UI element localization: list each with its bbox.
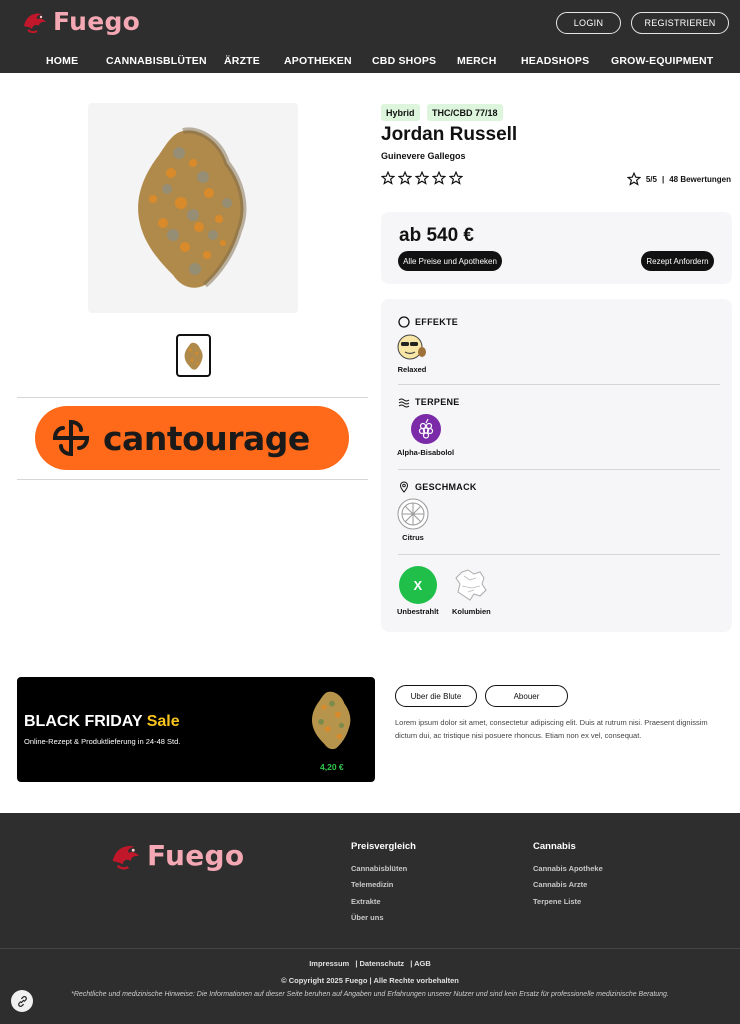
product-image[interactable] — [88, 103, 298, 313]
nav-cannabisblueten[interactable]: CANNABISBLÜTEN — [106, 55, 207, 67]
effect-relaxed[interactable]: Relaxed — [397, 332, 427, 374]
nav-cbd-shops[interactable]: CBD SHOPS — [372, 55, 436, 67]
product-thumbnail[interactable] — [176, 334, 211, 377]
divider — [398, 469, 720, 470]
all-prices-button[interactable]: Alle Preise und Apotheken — [398, 251, 502, 271]
divider — [398, 554, 720, 555]
star-icon[interactable] — [449, 171, 463, 185]
cannabis-bud-image — [138, 127, 247, 288]
price-card: ab 540 € Alle Preise und Apotheken Rezep… — [381, 212, 732, 284]
tab-abouer[interactable]: Abouer — [485, 685, 568, 707]
request-prescription-button[interactable]: Rezept Anfordern — [641, 251, 714, 271]
footer-link[interactable]: Über uns — [351, 913, 384, 922]
brand-name: Fuego — [53, 6, 141, 36]
promo-bud-image — [311, 691, 351, 750]
star-icon — [626, 172, 641, 186]
product-attributes-card: EFFEKTE Relaxed TERPENE Alpha-Bisabolol … — [381, 299, 732, 632]
star-icon[interactable] — [415, 171, 429, 185]
rating-summary: 5/5 | 48 Bewertungen — [626, 172, 731, 186]
footer-logo[interactable]: Fuego — [108, 837, 244, 873]
datenschutz-link[interactable]: | Datenschutz — [355, 959, 404, 968]
footer-link[interactable]: Extrakte — [351, 897, 381, 906]
nav-apotheken[interactable]: APOTHEKEN — [284, 55, 352, 67]
site-header: Fuego LOGIN REGISTRIEREN HOME CANNABISBL… — [0, 0, 740, 73]
disclaimer: *Rechtliche und medizinische Hinweise: D… — [71, 991, 669, 998]
site-footer: Fuego Preisvergleich Cannabisblüten Tele… — [0, 813, 740, 1024]
footer-brand-name: Fuego — [147, 838, 245, 872]
nav-home[interactable]: HOME — [46, 55, 78, 67]
taste-citrus[interactable]: Citrus — [397, 498, 429, 542]
tag-hybrid: Hybrid — [381, 104, 420, 121]
product-producer: Guinevere Gallegos — [381, 151, 466, 161]
grape-icon — [410, 414, 441, 444]
circle-icon — [398, 316, 410, 328]
waves-icon — [398, 396, 410, 408]
black-friday-banner[interactable]: BLACK FRIDAY Sale Online-Rezept & Produk… — [17, 677, 375, 782]
tag-thc-cbd: THC/CBD 77/18 — [427, 104, 503, 121]
sponsor-name: cantourage — [103, 418, 310, 458]
rating-score: 5/5 — [645, 174, 657, 184]
share-link-button[interactable] — [11, 990, 33, 1012]
impressum-link[interactable]: Impressum — [309, 959, 349, 968]
cannabis-bud-thumbnail — [184, 342, 203, 370]
terpene-alpha-bisabolol[interactable]: Alpha-Bisabolol — [397, 413, 454, 457]
site-logo[interactable]: Fuego — [20, 6, 140, 36]
price-label: ab 540 € — [399, 225, 474, 246]
country-map-icon — [455, 569, 488, 601]
copyright: © Copyright 2025 Fuego | Alle Rechte vor… — [281, 976, 459, 985]
product-title: Jordan Russell — [381, 124, 518, 145]
badge-x: X — [398, 566, 437, 604]
nav-headshops[interactable]: HEADSHOPS — [521, 55, 589, 67]
footer-link[interactable]: Cannabisblüten — [351, 864, 407, 873]
review-count: 48 Bewertungen — [669, 174, 731, 184]
divider — [17, 479, 368, 480]
footer-link[interactable]: Terpene Liste — [533, 897, 581, 906]
footer-legal-links: Impressum | Datenschutz | AGB — [0, 959, 740, 968]
footer-link[interactable]: Cannabis Arzte — [533, 880, 587, 889]
star-icon[interactable] — [432, 171, 446, 185]
login-button[interactable]: LOGIN — [556, 12, 621, 34]
sponsor-banner[interactable]: cantourage — [35, 406, 349, 470]
divider — [398, 384, 720, 385]
footer-col-cannabis: Cannabis — [533, 841, 576, 852]
link-icon — [17, 995, 27, 1007]
tab-about-strain[interactable]: Uber die Blute — [395, 685, 477, 707]
irradiation-status: X Unbestrahlt — [397, 566, 439, 616]
taste-title: GESCHMACK — [398, 481, 477, 493]
divider — [17, 397, 368, 398]
sponsor-logo-icon — [52, 419, 90, 457]
separator: | — [661, 174, 665, 184]
agb-link[interactable]: | AGB — [410, 959, 431, 968]
effects-title: EFFEKTE — [398, 316, 458, 328]
nav-grow-equipment[interactable]: GROW-EQUIPMENT — [611, 55, 713, 67]
star-icon[interactable] — [381, 171, 395, 185]
rating-stars[interactable] — [381, 171, 463, 185]
register-button[interactable]: REGISTRIEREN — [631, 12, 729, 34]
footer-divider — [0, 948, 740, 949]
description-text: Lorem ipsum dolor sit amet, consectetur … — [395, 718, 708, 740]
footer-link[interactable]: Telemedizin — [351, 880, 393, 889]
star-icon[interactable] — [398, 171, 412, 185]
footer-link[interactable]: Cannabis Apotheke — [533, 864, 603, 873]
nav-merch[interactable]: MERCH — [457, 55, 497, 67]
origin-country: Kolumbien — [452, 566, 491, 616]
terpenes-title: TERPENE — [398, 396, 460, 408]
citrus-slice-icon — [397, 498, 429, 530]
promo-subtitle: Online-Rezept & Produktlieferung in 24-4… — [24, 737, 181, 746]
nav-aerzte[interactable]: ÄRZTE — [224, 55, 260, 67]
promo-title: BLACK FRIDAY Sale — [24, 713, 180, 730]
dragon-logo-icon — [24, 13, 46, 34]
footer-col-preisvergleich: Preisvergleich — [351, 841, 416, 852]
pin-icon — [398, 481, 410, 493]
promo-price: 4,20 € — [320, 762, 344, 772]
dragon-logo-icon — [112, 846, 140, 870]
relaxed-face-icon — [397, 334, 426, 360]
